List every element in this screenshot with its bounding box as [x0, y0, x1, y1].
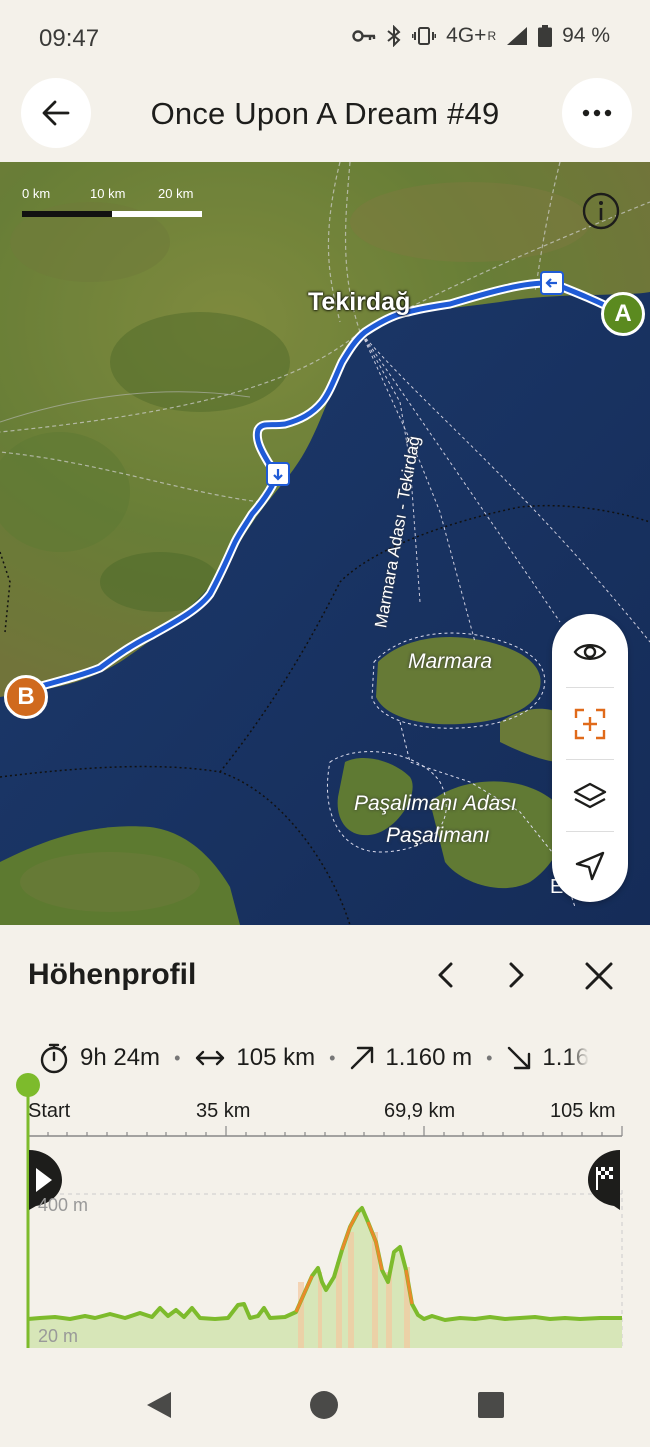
stopwatch-icon — [40, 1043, 68, 1074]
status-bar: 09:47 4G+ R 94 % — [0, 0, 650, 78]
map-view[interactable]: 0 km 10 km 20 km Tekirdağ Marmara Adası … — [0, 162, 650, 925]
stat-descent: 1.16 — [506, 1044, 589, 1072]
back-triangle-icon[interactable] — [144, 1390, 174, 1420]
start-marker[interactable]: A — [601, 292, 645, 336]
stat-distance: 105 km — [194, 1044, 315, 1072]
y-label-20m: 20 m — [38, 1326, 79, 1346]
visibility-button[interactable] — [552, 616, 628, 688]
battery-level: 94 % — [562, 24, 610, 47]
layers-button[interactable] — [552, 760, 628, 832]
bluetooth-icon — [386, 25, 402, 47]
scale-label-0: 0 km — [22, 186, 51, 201]
close-icon[interactable] — [582, 959, 616, 993]
status-icons: 4G+ R 94 % — [352, 24, 610, 48]
y-label-400m: 400 m — [38, 1195, 89, 1215]
navigation-arrow-icon — [575, 851, 605, 881]
scale-label-20: 20 km — [158, 186, 194, 201]
chevron-left-icon[interactable] — [430, 959, 462, 991]
arrow-up-right-icon — [351, 1046, 374, 1070]
stat-ascent: 1.160 m — [349, 1044, 472, 1072]
system-navigation-bar — [0, 1362, 650, 1447]
scale-bar — [22, 211, 202, 217]
island-label-pasalimani-adasi: Paşalimanı Adası — [354, 792, 517, 815]
signal-icon — [506, 26, 528, 46]
city-label: Tekirdağ — [308, 288, 411, 316]
island-label-marmara: Marmara — [408, 650, 493, 673]
tour-stats: 9h 24m • 105 km • 1.160 m • 1.16 — [38, 1040, 650, 1076]
island-label-pasalimani: Paşalimanı — [386, 824, 490, 847]
network-type: 4G+ R — [446, 24, 497, 47]
separator-dot: • — [174, 1047, 181, 1068]
focus-plus-icon — [574, 708, 606, 740]
battery-icon — [538, 25, 553, 47]
eye-icon — [573, 644, 607, 660]
scale-label-10: 10 km — [90, 186, 126, 201]
horizontal-arrows-icon — [196, 1050, 225, 1066]
separator-dot: • — [486, 1047, 493, 1068]
panel-title: Höhenprofil — [28, 958, 197, 991]
status-time: 09:47 — [39, 25, 100, 52]
finish-flag-icon — [588, 1150, 620, 1210]
descent-value: 1.16 — [542, 1044, 590, 1071]
header: Once Upon A Dream #49 — [0, 78, 650, 162]
layers-icon — [573, 782, 607, 809]
arrow-down-right-icon — [508, 1046, 531, 1070]
distance-value: 105 km — [236, 1044, 316, 1071]
end-marker[interactable]: B — [4, 675, 48, 719]
duration-value: 9h 24m — [80, 1044, 161, 1071]
ascent-value: 1.160 m — [385, 1044, 473, 1071]
chevron-right-icon[interactable] — [500, 959, 532, 991]
elevation-chart — [16, 1073, 623, 1348]
stat-duration: 9h 24m — [38, 1042, 160, 1074]
vpn-key-icon — [352, 29, 376, 43]
elevation-profile[interactable]: Start 35 km 69,9 km 105 km 400 m 20 m — [0, 1072, 650, 1362]
fit-route-button[interactable] — [552, 688, 628, 760]
vibrate-icon — [412, 26, 437, 46]
recents-square-icon[interactable] — [478, 1392, 504, 1418]
locate-button[interactable] — [552, 830, 628, 902]
page-title: Once Upon A Dream #49 — [150, 96, 500, 131]
map-tools — [552, 614, 628, 902]
more-dots-icon — [582, 109, 612, 117]
info-icon[interactable] — [582, 192, 620, 230]
more-options-button[interactable] — [562, 78, 632, 148]
home-circle-icon[interactable] — [309, 1390, 339, 1420]
separator-dot: • — [329, 1047, 336, 1068]
